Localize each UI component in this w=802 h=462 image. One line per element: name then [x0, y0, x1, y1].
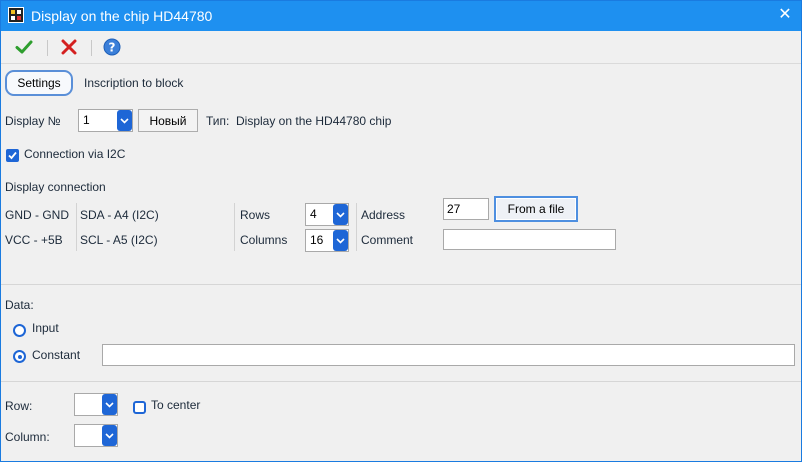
rows-value: 4 — [310, 207, 317, 221]
row-label: Row: — [5, 399, 33, 413]
column-separator — [234, 203, 235, 251]
display-number-select[interactable]: 1 — [78, 109, 133, 132]
data-label: Data: — [5, 298, 34, 312]
from-a-file-button-label: From a file — [507, 202, 565, 216]
column-label: Column: — [5, 430, 50, 444]
constant-value-input[interactable] — [102, 344, 795, 366]
rows-select[interactable]: 4 — [305, 203, 349, 226]
constant-radio-label[interactable]: Constant — [32, 348, 80, 362]
column-separator — [356, 203, 357, 251]
tab-settings-label: Settings — [17, 76, 61, 90]
display-number-value: 1 — [83, 113, 90, 127]
chevron-down-icon — [333, 204, 348, 225]
tab-settings[interactable]: Settings — [5, 70, 73, 96]
from-a-file-button[interactable]: From a file — [494, 196, 578, 222]
to-center-label[interactable]: To center — [151, 398, 200, 412]
section-divider — [0, 284, 802, 285]
columns-select[interactable]: 16 — [305, 229, 349, 252]
row-select[interactable] — [74, 393, 118, 416]
rows-label: Rows — [240, 208, 271, 222]
input-radio[interactable] — [13, 324, 26, 337]
close-icon: ✕ — [778, 6, 792, 23]
i2c-label[interactable]: Connection via I2C — [24, 147, 125, 161]
chevron-down-icon — [333, 230, 348, 251]
input-radio-label[interactable]: Input — [32, 321, 59, 335]
pin-power-gnd: GND - GND — [5, 208, 69, 222]
type-label: Тип: — [206, 114, 230, 128]
checkmark-icon — [15, 40, 33, 54]
i2c-checkbox[interactable] — [6, 149, 19, 162]
type-value: Display on the HD44780 chip — [236, 114, 392, 128]
chevron-down-icon — [102, 425, 117, 446]
svg-text:?: ? — [109, 41, 116, 55]
new-display-button-label: Новый — [149, 113, 187, 128]
pin-power-vcc: VCC - +5B — [5, 233, 63, 247]
columns-label: Columns — [240, 233, 288, 247]
chevron-down-icon — [102, 394, 117, 415]
window-title: Display on the chip HD44780 — [31, 8, 213, 24]
new-display-button[interactable]: Новый — [138, 109, 198, 132]
tab-inscription-to-block[interactable]: Inscription to block — [84, 76, 183, 90]
display-number-label: Display № — [5, 114, 61, 128]
column-separator — [76, 203, 77, 251]
to-center-checkbox[interactable] — [133, 401, 146, 414]
comment-label: Comment — [361, 233, 414, 247]
section-divider — [0, 381, 802, 382]
constant-radio[interactable] — [13, 350, 26, 363]
help-button[interactable]: ? — [101, 35, 123, 59]
radio-selected-dot — [17, 354, 22, 359]
display-connection-heading: Display connection — [5, 180, 106, 194]
address-value: 27 — [447, 202, 461, 216]
toolbar-separator — [47, 40, 48, 56]
checkmark-icon — [8, 151, 17, 160]
comment-input[interactable] — [443, 229, 616, 250]
toolbar-separator — [91, 40, 92, 56]
columns-value: 16 — [310, 233, 324, 247]
cancel-button[interactable] — [58, 35, 80, 59]
help-icon: ? — [103, 38, 121, 56]
window-frame — [0, 0, 802, 462]
address-label: Address — [361, 208, 406, 222]
close-window-button[interactable]: ✕ — [772, 2, 798, 28]
chevron-down-icon — [117, 110, 132, 131]
cross-icon — [61, 39, 77, 55]
pin-signal-sda: SDA - A4 (I2C) — [80, 208, 159, 222]
chip-app-icon — [8, 7, 24, 23]
column-select[interactable] — [74, 424, 118, 447]
pin-signal-scl: SCL - A5 (I2C) — [80, 233, 158, 247]
address-input[interactable]: 27 — [443, 198, 489, 220]
ok-button[interactable] — [13, 35, 35, 59]
